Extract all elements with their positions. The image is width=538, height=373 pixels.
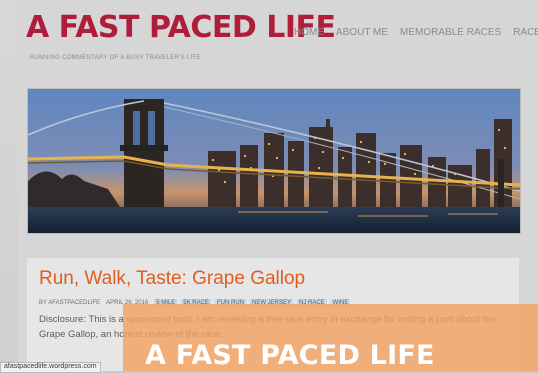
status-bar-url: afastpacedlife.wordpress.com [0, 362, 101, 373]
browser-viewport: A FAST PACED LIFE HOME ABOUT ME MEMORABL… [0, 0, 538, 373]
post-author[interactable]: BY AFASTPACEDLIFE [39, 300, 100, 306]
nav-about-me[interactable]: ABOUT ME [336, 27, 388, 38]
nav-memorable-races[interactable]: MEMORABLE RACES [400, 27, 501, 38]
main-navigation: HOME ABOUT ME MEMORABLE RACES RACE RE [294, 27, 538, 38]
nav-race-reviews[interactable]: RACE RE [513, 27, 538, 38]
site-tagline: RUNNING COMMENTARY OF A BUSY TRAVELER'S … [30, 55, 201, 61]
post-title-link[interactable]: Run, Walk, Taste: Grape Gallop [39, 268, 305, 290]
header-banner-image [27, 88, 521, 234]
site-title[interactable]: A FAST PACED LIFE [26, 10, 336, 45]
overlay-title: A FAST PACED LIFE [145, 340, 435, 371]
bridge-skyline-photo [28, 89, 520, 233]
nav-home[interactable]: HOME [294, 27, 324, 38]
